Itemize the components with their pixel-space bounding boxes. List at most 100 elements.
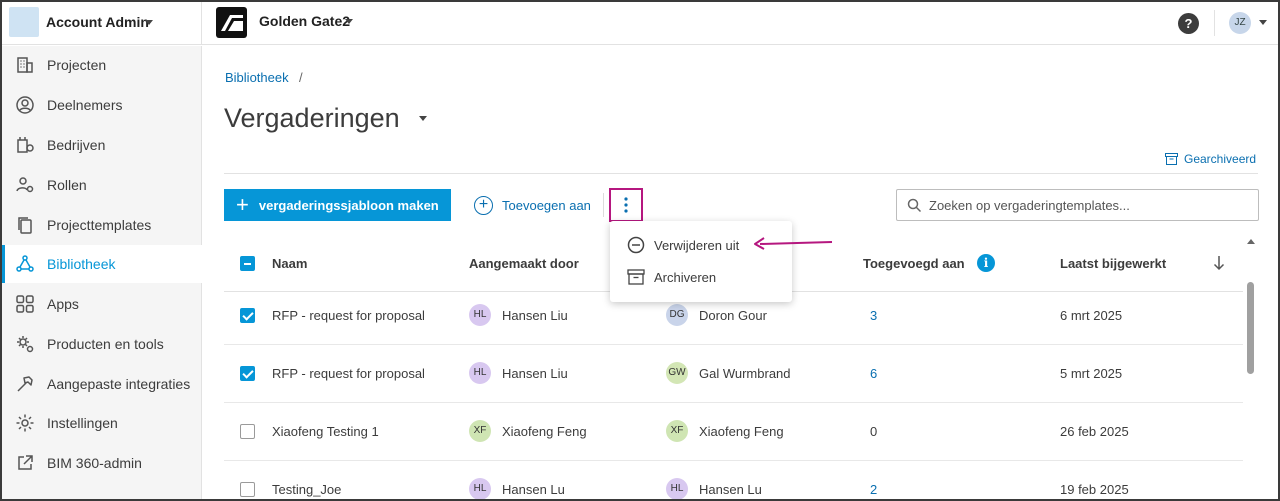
row-last-updated: 5 mrt 2025 xyxy=(1060,366,1123,381)
sidebar-item-bibliotheek[interactable]: Bibliotheek xyxy=(2,245,202,283)
menu-item-archive[interactable]: Archiveren xyxy=(610,262,792,292)
divider xyxy=(224,402,1243,403)
row-last-updated: 26 feb 2025 xyxy=(1060,424,1129,439)
user-avatar[interactable]: JZ xyxy=(1229,12,1251,34)
row-creator: Hansen Lu xyxy=(502,482,565,497)
page-title[interactable]: Vergaderingen xyxy=(224,103,400,134)
person-gear-icon xyxy=(16,177,34,193)
account-logo[interactable] xyxy=(9,7,39,37)
add-to-button[interactable]: + Toevoegen aan xyxy=(474,193,591,217)
row-last-updated: 19 feb 2025 xyxy=(1060,482,1129,497)
row-checkbox[interactable] xyxy=(240,366,255,381)
row-name[interactable]: Xiaofeng Testing 1 xyxy=(272,424,379,439)
chevron-down-icon[interactable] xyxy=(345,19,353,24)
row-last-updated: 6 mrt 2025 xyxy=(1060,308,1123,323)
building-icon xyxy=(17,57,33,73)
copy-icon xyxy=(18,217,32,234)
row-updater: Doron Gour xyxy=(699,308,767,323)
more-options-button[interactable] xyxy=(609,188,643,222)
create-template-label: vergaderingssjabloon maken xyxy=(258,197,439,213)
sidebar-item-label: Projecten xyxy=(47,57,107,73)
sidebar-item-label: Producten en tools xyxy=(47,336,164,352)
scroll-up-arrow-icon[interactable] xyxy=(1247,239,1255,244)
sort-arrow-down-icon[interactable] xyxy=(1213,255,1225,271)
sidebar-item-producten-en-tools[interactable]: Producten en tools xyxy=(2,325,202,363)
sidebar-item-projecttemplates[interactable]: Projecttemplates xyxy=(2,206,202,244)
hammer-icon xyxy=(17,376,33,392)
row-checkbox[interactable] xyxy=(240,424,255,439)
select-all-checkbox[interactable] xyxy=(240,256,255,271)
row-name[interactable]: Testing_Joe xyxy=(272,482,341,497)
gear-icon xyxy=(16,414,34,432)
row-creator: Xiaofeng Feng xyxy=(502,424,587,439)
divider xyxy=(1214,10,1215,36)
chevron-down-icon[interactable] xyxy=(145,20,153,25)
sidebar-item-label: Aangepaste integraties xyxy=(47,376,191,392)
sidebar-item-projecten[interactable]: Projecten xyxy=(2,46,202,84)
sidebar-item-label: Apps xyxy=(47,296,79,312)
column-header-name[interactable]: Naam xyxy=(272,256,307,271)
row-updater: Xiaofeng Feng xyxy=(699,424,784,439)
sidebar-item-aangepaste-integraties[interactable]: Aangepaste integraties xyxy=(2,365,202,403)
scrollbar-thumb[interactable] xyxy=(1247,282,1254,374)
plus-circle-icon: + xyxy=(474,195,493,215)
sidebar-item-bim360-admin[interactable]: BIM 360-admin xyxy=(2,444,202,482)
row-added-to-count[interactable]: 6 xyxy=(870,366,877,381)
avatar: XF xyxy=(469,420,491,442)
column-header-added-to[interactable]: Toegevoegd aan xyxy=(863,256,965,271)
chevron-down-icon[interactable] xyxy=(1259,20,1267,25)
avatar: HL xyxy=(469,304,491,326)
divider xyxy=(224,460,1243,461)
project-selector[interactable]: Golden Gate2 xyxy=(259,13,350,29)
row-name[interactable]: RFP - request for proposal xyxy=(272,308,425,323)
avatar: DG xyxy=(666,304,688,326)
archive-icon xyxy=(627,269,645,285)
account-name[interactable]: Account Admin xyxy=(46,14,149,30)
chevron-down-icon[interactable] xyxy=(419,116,427,121)
search-box[interactable] xyxy=(896,189,1259,221)
search-input[interactable] xyxy=(929,196,1249,214)
external-link-icon xyxy=(18,455,33,470)
sidebar: Projecten Deelnemers Bedrijven Rollen Pr… xyxy=(2,46,202,499)
archived-link[interactable]: Gearchiveerd xyxy=(1165,152,1256,166)
person-circle-icon xyxy=(16,96,34,114)
apps-grid-icon xyxy=(16,295,34,313)
sidebar-item-label: BIM 360-admin xyxy=(47,455,142,471)
sidebar-item-apps[interactable]: Apps xyxy=(2,285,202,323)
autodesk-logo-icon xyxy=(216,7,247,38)
info-icon[interactable]: i xyxy=(977,254,995,272)
row-creator: Hansen Liu xyxy=(502,308,568,323)
search-icon xyxy=(907,198,922,213)
sidebar-item-rollen[interactable]: Rollen xyxy=(2,166,202,204)
sidebar-item-bedrijven[interactable]: Bedrijven xyxy=(2,126,202,164)
minus-circle-icon xyxy=(627,236,645,254)
row-added-to-count[interactable]: 3 xyxy=(870,308,877,323)
archive-icon xyxy=(1165,153,1178,165)
row-checkbox[interactable] xyxy=(240,482,255,497)
sidebar-item-deelnemers[interactable]: Deelnemers xyxy=(2,86,202,124)
sidebar-item-label: Bibliotheek xyxy=(47,256,116,272)
kebab-menu-icon xyxy=(624,197,628,213)
breadcrumb-link[interactable]: Bibliotheek xyxy=(225,70,289,85)
divider xyxy=(201,2,202,45)
sidebar-item-label: Instellingen xyxy=(47,415,118,431)
row-updater: Hansen Lu xyxy=(699,482,762,497)
column-header-created-by[interactable]: Aangemaakt door xyxy=(469,256,579,271)
help-icon[interactable]: ? xyxy=(1178,13,1199,34)
annotation-arrow-icon xyxy=(754,237,833,250)
sidebar-item-label: Rollen xyxy=(47,177,87,193)
row-added-to-count[interactable]: 2 xyxy=(870,482,877,497)
create-template-button[interactable]: + vergaderingssjabloon maken xyxy=(224,189,451,221)
column-header-last-updated[interactable]: Laatst bijgewerkt xyxy=(1060,256,1166,271)
row-name[interactable]: RFP - request for proposal xyxy=(272,366,425,381)
archived-label: Gearchiveerd xyxy=(1184,152,1257,166)
row-creator: Hansen Liu xyxy=(502,366,568,381)
row-added-to-count: 0 xyxy=(870,424,878,439)
menu-item-label: Verwijderen uit xyxy=(654,237,740,253)
sidebar-item-label: Projecttemplates xyxy=(47,217,152,233)
add-to-label: Toevoegen aan xyxy=(502,197,591,213)
avatar: GW xyxy=(666,362,688,384)
row-checkbox[interactable] xyxy=(240,308,255,323)
sidebar-item-instellingen[interactable]: Instellingen xyxy=(2,404,202,442)
divider xyxy=(224,344,1243,345)
